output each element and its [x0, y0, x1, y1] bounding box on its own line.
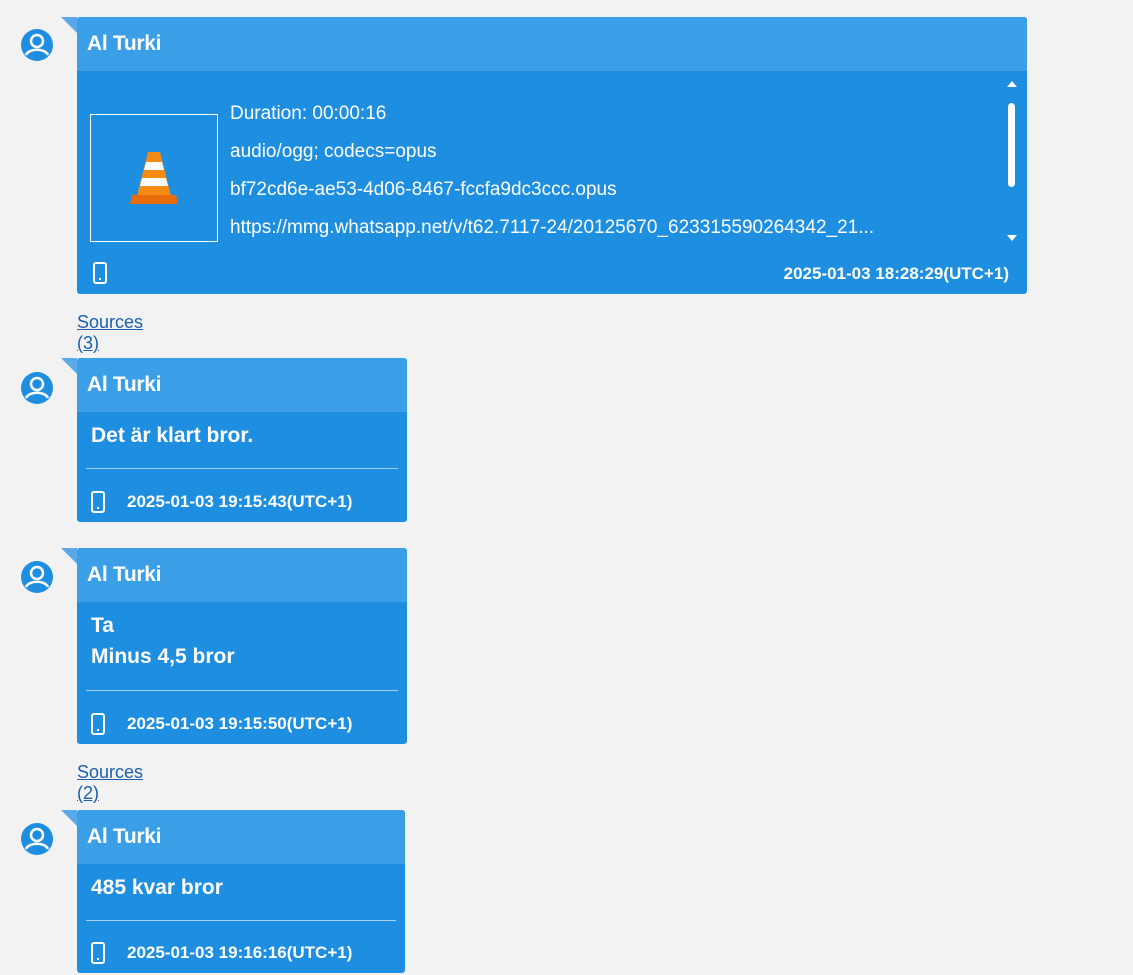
vlc-cone-icon — [130, 152, 178, 204]
message-footer: 2025-01-03 19:15:43(UTC+1) — [77, 482, 407, 522]
phone-icon — [93, 262, 107, 284]
attachment-filename: bf72cd6e-ae53-4d06-8467-fccfa9dc3ccc.opu… — [230, 179, 617, 200]
attachment-mime: audio/ogg; codecs=opus — [230, 141, 437, 162]
message-text: Ta Minus 4,5 bror — [77, 602, 407, 672]
divider — [86, 468, 398, 469]
message-timestamp: 2025-01-03 19:15:43(UTC+1) — [127, 492, 353, 511]
contact-avatar-icon[interactable] — [20, 822, 54, 856]
phone-icon — [91, 942, 105, 964]
message-footer: 2025-01-03 19:16:16(UTC+1) — [77, 933, 405, 973]
message-bubble[interactable]: Al Turki Duration: 00:00:16 audio/ogg; c… — [61, 17, 1027, 294]
message-bubble[interactable]: Al Turki 485 kvar bror 2025-01-03 19:16:… — [61, 810, 405, 973]
bubble-notch — [61, 810, 77, 826]
sender-name: Al Turki — [77, 358, 407, 412]
bubble-notch — [61, 548, 77, 564]
message-bubble[interactable]: Al Turki Ta Minus 4,5 bror 2025-01-03 19… — [61, 548, 407, 744]
scrollbar-thumb[interactable] — [1008, 103, 1015, 187]
sender-name: Al Turki — [77, 548, 407, 602]
attachment-url: https://mmg.whatsapp.net/v/t62.7117-24/2… — [230, 217, 875, 238]
attachment-metadata: Duration: 00:00:16 audio/ogg; codecs=opu… — [230, 95, 874, 247]
bubble-notch — [61, 358, 77, 374]
message-timestamp: 2025-01-03 19:15:50(UTC+1) — [127, 714, 353, 733]
contact-avatar-icon[interactable] — [20, 560, 54, 594]
sender-name: Al Turki — [77, 810, 405, 864]
attachment-duration: Duration: 00:00:16 — [230, 103, 387, 124]
message-timestamp: 2025-01-03 19:16:16(UTC+1) — [127, 943, 353, 962]
message-text-line: Ta — [91, 614, 114, 637]
phone-icon — [91, 491, 105, 513]
bubble-notch — [61, 17, 77, 33]
message-text-line: Minus 4,5 bror — [91, 645, 235, 668]
contact-avatar-icon[interactable] — [20, 371, 54, 405]
phone-icon — [91, 713, 105, 735]
sources-link[interactable]: Sources (2) — [77, 762, 143, 804]
divider — [86, 690, 398, 691]
message-bubble[interactable]: Al Turki Det är klart bror. 2025-01-03 1… — [61, 358, 407, 522]
scroll-down-arrow-icon[interactable] — [1007, 235, 1017, 241]
sender-name: Al Turki — [77, 17, 1027, 71]
metadata-scrollbar[interactable] — [1007, 81, 1017, 241]
attachment-thumbnail[interactable] — [90, 114, 218, 242]
message-footer: 2025-01-03 19:15:50(UTC+1) — [77, 704, 407, 744]
contact-avatar-icon[interactable] — [20, 28, 54, 62]
scroll-up-arrow-icon[interactable] — [1007, 81, 1017, 87]
sources-link[interactable]: Sources (3) — [77, 312, 143, 354]
message-timestamp: 2025-01-03 18:28:29(UTC+1) — [783, 264, 1009, 283]
message-text: 485 kvar bror — [91, 876, 223, 899]
message-text: Det är klart bror. — [91, 424, 254, 447]
divider — [86, 920, 396, 921]
